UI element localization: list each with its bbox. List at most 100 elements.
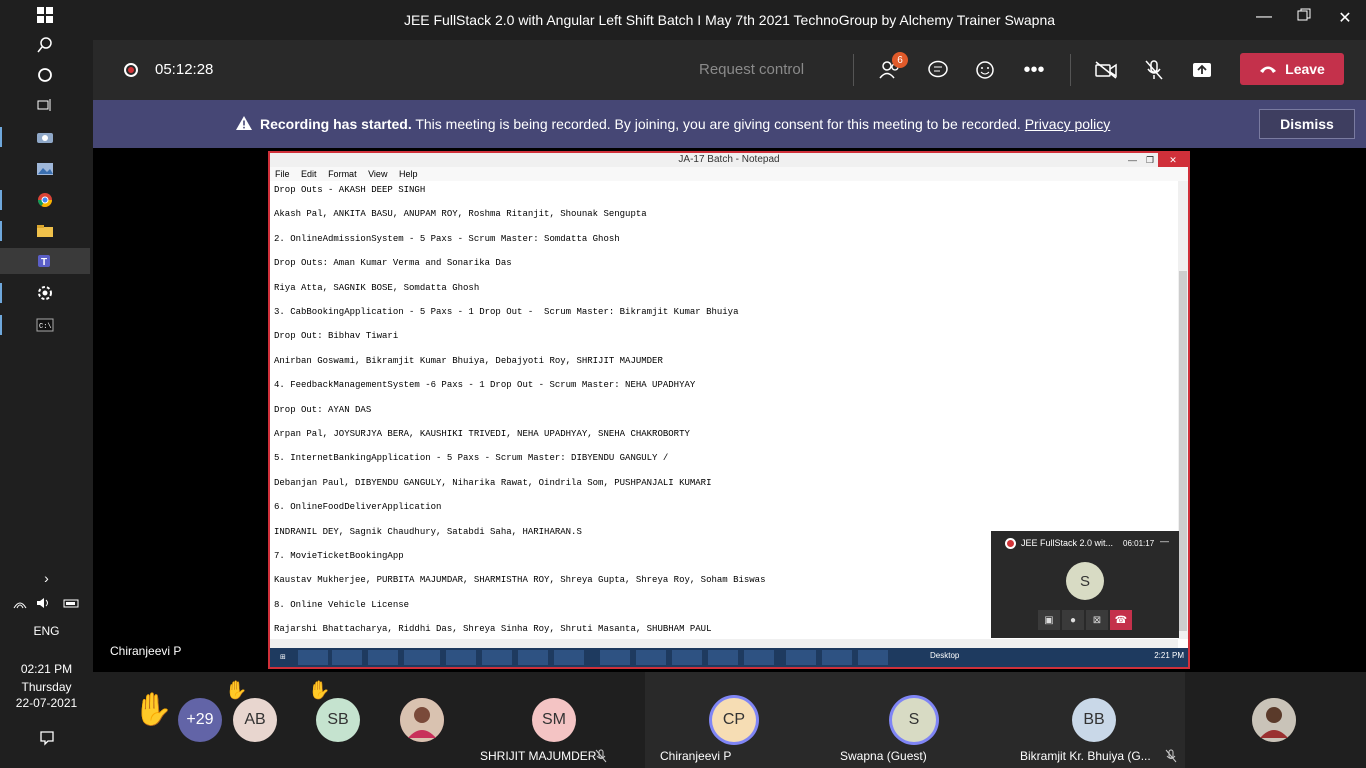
settings-gear-icon[interactable]: [0, 280, 60, 306]
notepad-close-icon: ✕: [1158, 153, 1188, 167]
reactions-icon[interactable]: [970, 54, 1002, 86]
privacy-policy-link[interactable]: Privacy policy: [1025, 116, 1111, 132]
notepad-menu-bar: File Edit Format View Help: [270, 167, 1188, 181]
shared-taskbar-item: [600, 650, 630, 665]
windows-taskbar: T C:\ › ENG 02:21 PM Thursday 22-07-2021: [0, 0, 93, 768]
meeting-controls-bar: 05:12:28 Request control 6 ••• Leave: [93, 40, 1366, 100]
mini-share-icon[interactable]: ⊠: [1086, 610, 1108, 630]
notepad-line: Drop Outs: Aman Kumar Verma and Sonarika…: [274, 258, 512, 269]
notifications-icon[interactable]: [0, 730, 93, 749]
meeting-timer: 05:12:28: [155, 61, 214, 78]
leave-label: Leave: [1285, 61, 1325, 77]
participant-tile-ab[interactable]: AB ✋: [225, 672, 313, 768]
notepad-line: 2. OnlineAdmissionSystem - 5 Paxs - Scru…: [274, 233, 620, 244]
system-tray-icons[interactable]: [0, 596, 93, 613]
notepad-line: 3. CabBookingApplication - 5 Paxs - 1 Dr…: [274, 307, 739, 317]
command-prompt-icon[interactable]: C:\: [0, 312, 60, 338]
participant-tile-s[interactable]: S Swapna (Guest): [825, 672, 1005, 768]
raised-hand-icon: ✋: [225, 680, 248, 700]
notepad-line: Debanjan Paul, DIBYENDU GANGULY, Niharik…: [274, 477, 712, 488]
file-explorer-icon[interactable]: [0, 218, 60, 244]
shared-taskbar-item: [822, 650, 852, 665]
mini-meeting-title: JEE FullStack 2.0 wit...: [1021, 538, 1114, 548]
overflow-participants-tile[interactable]: +29 ✋: [123, 672, 233, 768]
menu-view: View: [368, 169, 388, 179]
windows-start-icon[interactable]: [30, 2, 60, 28]
notepad-line: 7. MovieTicketBookingApp: [274, 551, 404, 561]
banner-bold-text: Recording has started.: [260, 116, 412, 132]
dismiss-button[interactable]: Dismiss: [1259, 109, 1355, 139]
participants-badge: 6: [892, 52, 908, 68]
warning-icon: [236, 116, 252, 130]
avatar: SM: [532, 698, 576, 742]
notepad-scrollbar: [1178, 181, 1188, 639]
svg-text:T: T: [41, 257, 47, 268]
leave-button[interactable]: Leave: [1240, 53, 1344, 85]
request-control-button[interactable]: Request control: [699, 61, 804, 78]
participant-tile-photo-2[interactable]: [1250, 672, 1320, 768]
recording-banner: Recording has started. This meeting is b…: [93, 100, 1366, 148]
photos-app-icon[interactable]: [30, 156, 60, 182]
avatar: BB: [1072, 698, 1116, 742]
clock-time[interactable]: 02:21 PM: [0, 662, 93, 676]
maximize-icon[interactable]: [1284, 8, 1324, 32]
teams-app-icon[interactable]: T: [0, 248, 90, 274]
mini-meeting-window[interactable]: JEE FullStack 2.0 wit... 06:01:17 — S ▣ …: [991, 531, 1179, 638]
presenter-name: Chiranjeevi P: [110, 644, 182, 658]
camera-app-icon[interactable]: [0, 124, 60, 150]
mini-avatar: S: [1066, 562, 1104, 600]
mini-meeting-time: 06:01:17: [1123, 539, 1155, 548]
avatar-photo: [1252, 698, 1296, 742]
participants-icon[interactable]: 6: [874, 52, 908, 86]
notepad-hscrollbar: [270, 639, 1178, 648]
separator: [853, 54, 854, 86]
participants-strip: +29 ✋ AB ✋ SB ✋ SM SHRIJIT MAJUMDER CP C…: [93, 672, 1366, 768]
shared-desktop-label: Desktop: [930, 651, 960, 660]
notepad-line: Anirban Goswami, Bikramjit Kumar Bhuiya,…: [274, 355, 663, 366]
notepad-line: Akash Pal, ANKITA BASU, ANUPAM ROY, Rosh…: [274, 209, 647, 220]
share-screen-icon[interactable]: [1186, 54, 1218, 86]
notepad-line: INDRANIL DEY, Sagnik Chaudhury, Satabdi …: [274, 526, 582, 537]
mini-hangup-icon[interactable]: ☎: [1110, 610, 1132, 630]
mini-mic-icon[interactable]: ●: [1062, 610, 1084, 630]
notepad-line: Kaustav Mukherjee, PURBITA MAJUMDAR, SHA…: [274, 575, 766, 586]
raised-hand-icon: ✋: [308, 680, 331, 700]
minimize-icon[interactable]: —: [1244, 8, 1284, 32]
more-actions-icon[interactable]: •••: [1018, 54, 1050, 86]
menu-edit: Edit: [301, 169, 317, 179]
cortana-icon[interactable]: [30, 62, 60, 88]
svg-text:C:\: C:\: [39, 323, 52, 331]
task-view-icon[interactable]: [30, 92, 60, 118]
notepad-line: Drop Out: Bibhav Tiwari: [274, 331, 399, 342]
participant-tile-bb[interactable]: BB Bikramjit Kr. Bhuiya (G...: [1005, 672, 1185, 768]
participant-tile-photo[interactable]: [400, 672, 460, 768]
shared-taskbar-item: [744, 650, 774, 665]
mic-muted-icon: [1165, 749, 1179, 763]
language-indicator[interactable]: ENG: [0, 624, 93, 638]
notepad-minimize-icon: —: [1128, 155, 1137, 165]
shared-taskbar-item: [858, 650, 888, 665]
shared-start-icon: ⊞: [280, 654, 286, 661]
window-title: JEE FullStack 2.0 with Angular Left Shif…: [403, 12, 1056, 28]
participant-tile-sb[interactable]: SB ✋: [308, 672, 396, 768]
mini-camera-off-icon[interactable]: ▣: [1038, 610, 1060, 630]
chrome-icon[interactable]: [0, 187, 60, 213]
recording-icon: [124, 63, 138, 77]
show-hidden-icons-chevron-icon[interactable]: ›: [0, 570, 93, 586]
menu-format: Format: [328, 169, 357, 179]
notepad-line: 8. Online Vehicle License: [274, 599, 410, 610]
search-icon[interactable]: [30, 32, 60, 58]
mic-muted-icon[interactable]: [1138, 54, 1170, 86]
shared-taskbar-item: [368, 650, 398, 665]
notepad-line: Arpan Pal, JOYSURJYA BERA, KAUSHIKI TRIV…: [274, 429, 690, 439]
mini-minimize-icon[interactable]: —: [1160, 536, 1169, 546]
chat-icon[interactable]: [922, 54, 954, 86]
shared-taskbar-item: [404, 650, 440, 665]
avatar: CP: [712, 698, 756, 742]
camera-off-icon[interactable]: [1090, 54, 1122, 86]
avatar: SB: [316, 698, 360, 742]
participant-tile-cp[interactable]: CP Chiranjeevi P: [645, 672, 825, 768]
close-icon[interactable]: ✕: [1325, 8, 1365, 32]
notepad-line: 4. FeedbackManagementSystem -6 Paxs - 1 …: [274, 380, 696, 391]
participant-tile-sm[interactable]: SM SHRIJIT MAJUMDER: [465, 672, 645, 768]
